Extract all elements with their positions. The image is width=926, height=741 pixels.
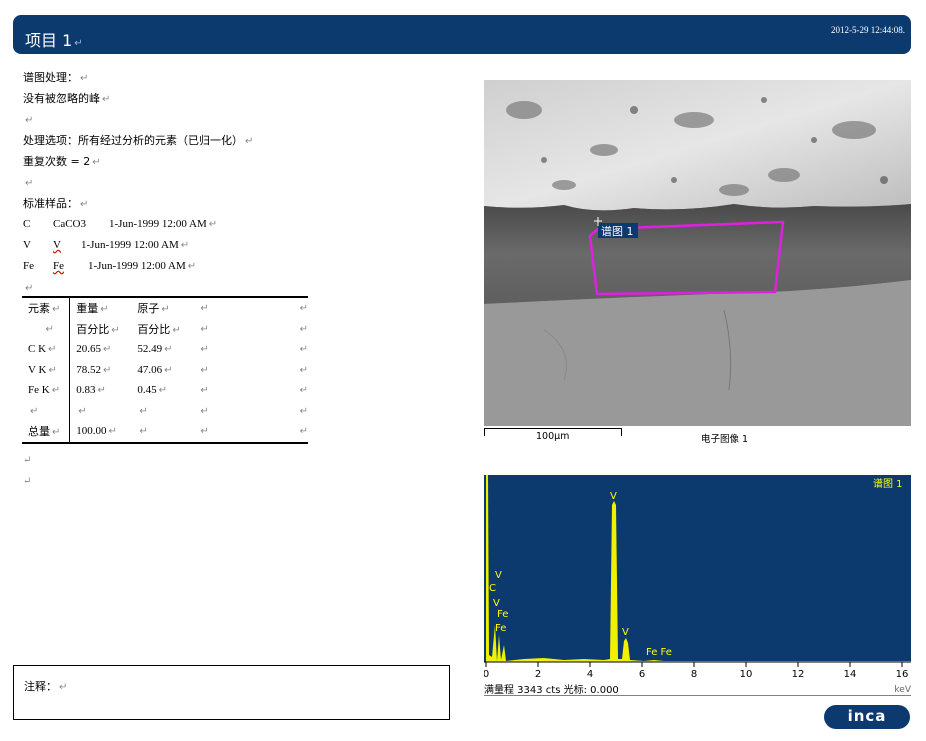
image-caption: 100µm 电子图像 1 bbox=[484, 426, 911, 446]
table-row: C K ↵ 20.65 ↵ 52.49 ↵ ↵ ↵ bbox=[22, 339, 308, 360]
table-header-row: 元素 ↵ 重量 ↵ 原子 ↵ ↵ ↵ bbox=[22, 297, 308, 319]
notes-box[interactable]: 注释： ↵ bbox=[13, 665, 450, 720]
table-header-row: ↵ 百分比 ↵ 百分比 ↵ ↵ ↵ bbox=[22, 318, 308, 339]
processing-options: 处理选项：所有经过分析的元素（已归一化） bbox=[23, 134, 243, 147]
peak-label: C bbox=[489, 583, 496, 594]
region-label: 谱图 1 bbox=[601, 224, 634, 238]
report-date: 2012-5-29 12:44:08. bbox=[831, 25, 905, 35]
spectrum-plot-area bbox=[484, 475, 911, 662]
peak-label: V bbox=[495, 570, 502, 581]
notes-label: 注释： ↵ bbox=[24, 680, 68, 693]
x-tick: 6 bbox=[639, 669, 645, 680]
standard-row: C CaCO3 1-Jun-1999 12:00 AM ↵ bbox=[23, 218, 218, 230]
report-header: 项目 1 ↵ 2012-5-29 12:44:08. bbox=[13, 15, 911, 54]
x-tick: 12 bbox=[792, 669, 805, 680]
table-total-row: 总量 ↵ 100.00 ↵ ↵ ↵ ↵ bbox=[22, 421, 308, 443]
peak-label: Fe bbox=[497, 609, 508, 620]
iterations: 重复次数 = 2 bbox=[23, 155, 91, 168]
x-tick: 4 bbox=[587, 669, 593, 680]
spectrum-title: 谱图 1 bbox=[873, 477, 903, 490]
x-tick: 10 bbox=[740, 669, 753, 680]
x-tick: 16 bbox=[896, 669, 909, 680]
spectrum-footer: 满量程 3343 cts 光标: 0.000 bbox=[484, 685, 619, 696]
results-table: 元素 ↵ 重量 ↵ 原子 ↵ ↵ ↵ ↵ 百分比 ↵ 百分比 ↵ ↵ ↵ C K ↵ 20.… bbox=[22, 296, 308, 444]
paragraph-marks: ↵ ↵ bbox=[23, 455, 32, 487]
table-row: ↵ ↵ ↵ ↵ ↵ bbox=[22, 400, 308, 421]
project-title: 项目 1 ↵ bbox=[25, 31, 83, 50]
peak-label: V bbox=[610, 491, 617, 502]
x-tick: 0 bbox=[484, 669, 489, 680]
standard-row: V V 1-Jun-1999 12:00 AM ↵ bbox=[23, 239, 190, 251]
peak-label: V bbox=[493, 598, 500, 609]
x-tick: 2 bbox=[535, 669, 541, 680]
processing-info: 谱图处理： ↵ 没有被忽略的峰 ↵ ↵ 处理选项：所有经过分析的元素（已归一化） ↵ … bbox=[23, 71, 323, 302]
table-row: Fe K ↵ 0.83 ↵ 0.45 ↵ ↵ ↵ bbox=[22, 380, 308, 401]
electron-image: 谱图 1 bbox=[484, 80, 911, 426]
peak-label: Fe Fe bbox=[646, 647, 672, 658]
x-tick: 14 bbox=[844, 669, 857, 680]
standards-label: 标准样品： bbox=[23, 197, 78, 210]
x-tick: 8 bbox=[691, 669, 697, 680]
inca-logo: inca bbox=[824, 705, 910, 729]
x-unit: keV bbox=[894, 685, 911, 695]
peak-label: Fe bbox=[495, 623, 506, 634]
no-peaks-omitted: 没有被忽略的峰 bbox=[23, 92, 100, 105]
peak-label: V bbox=[622, 627, 629, 638]
scale-label: 100µm bbox=[536, 431, 570, 442]
eds-spectrum: 谱图 1 V V V C V Fe Fe Fe Fe 0 2 4 6 8 10 … bbox=[483, 475, 912, 697]
image-label: 电子图像 1 bbox=[701, 434, 749, 445]
table-row: V K ↵ 78.52 ↵ 47.06 ↵ ↵ ↵ bbox=[22, 359, 308, 380]
spectrum-processing-label: 谱图处理： bbox=[23, 71, 78, 84]
standard-row: Fe Fe 1-Jun-1999 12:00 AM ↵ bbox=[23, 260, 197, 272]
